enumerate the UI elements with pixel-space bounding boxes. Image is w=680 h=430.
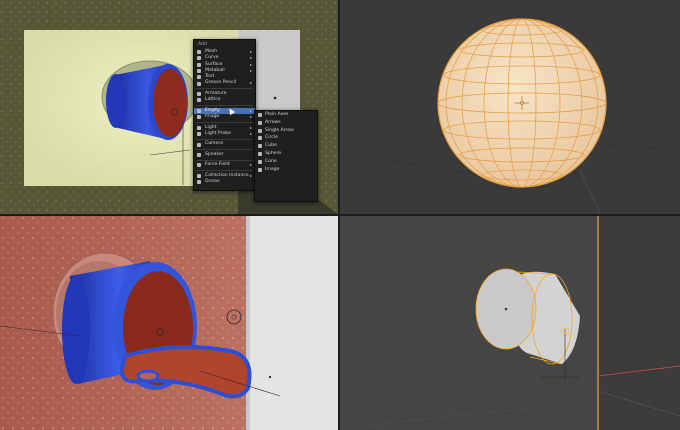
chevron-right-icon: ▸ [249, 162, 252, 168]
speaker-icon [197, 152, 201, 157]
add-menu-title: Add [198, 42, 207, 47]
submenu-item-arrows[interactable]: Arrows [255, 119, 317, 127]
menu-item-label: Grease Pencil [205, 80, 237, 86]
menu-item-label: Collection Instance [205, 172, 249, 178]
menu-item-label: Metaball [205, 67, 225, 73]
arrows-icon [258, 120, 262, 125]
empty-icon [197, 108, 201, 113]
menu-item-label: Text [205, 74, 215, 80]
chevron-right-icon: ▸ [249, 130, 252, 136]
menu-item-grease-pencil[interactable]: Grease Pencil ▸ [194, 80, 255, 86]
circle-icon [258, 136, 262, 141]
menu-item-label: Image [205, 114, 220, 120]
menu-item-label: Force Field [205, 162, 230, 168]
light-probe-icon [197, 132, 201, 137]
lattice-icon [197, 98, 201, 103]
menu-item-ocean[interactable]: Ocean [194, 179, 255, 185]
menu-separator [196, 105, 253, 107]
menu-item-image[interactable]: Image ▸ [194, 114, 255, 120]
image-icon [197, 115, 201, 120]
sphere-icon [258, 151, 262, 156]
camera-icon [197, 142, 201, 147]
armature-icon [197, 92, 201, 97]
menu-item-label: Lattice [205, 97, 221, 103]
menu-separator [196, 88, 253, 90]
menu-item-label: Curve [205, 55, 219, 61]
submenu-item-label: Cube [265, 143, 277, 149]
submenu-item-label: Cone [265, 158, 277, 164]
submenu-item-label: Plain Axes [265, 112, 289, 117]
submenu-item-label: Arrows [265, 119, 281, 125]
single-arrow-icon [258, 128, 262, 133]
submenu-item-cone[interactable]: Cone [255, 158, 317, 166]
submenu-item-label: Image [265, 166, 280, 172]
cone-icon [258, 159, 262, 164]
mesh-icon [197, 50, 201, 55]
rendered-scene-bottom-left [0, 216, 338, 430]
metaball-icon [197, 69, 201, 74]
force-field-icon [197, 163, 201, 168]
menu-separator [196, 159, 253, 161]
menu-item-force-field[interactable]: Force Field ▸ [194, 162, 255, 168]
menu-item-camera[interactable]: Camera [194, 141, 255, 147]
cylinder-interior [153, 69, 187, 137]
chevron-right-icon: ▸ [249, 114, 252, 120]
curve-icon [197, 56, 201, 61]
menu-item-light-probe[interactable]: Light Probe ▸ [194, 131, 255, 137]
menu-separator [196, 121, 253, 123]
menu-item-label: Empty [205, 107, 220, 113]
menu-item-label: Camera [205, 141, 224, 147]
white-wall [246, 216, 338, 430]
viewport-top-left[interactable]: Add Mesh ▸ Curve ▸ Surface ▸ Metaball ▸ Text… [0, 0, 338, 214]
viewport-top-right[interactable] [340, 0, 680, 214]
menu-item-label: Armature [205, 90, 227, 96]
add-menu: Add Mesh ▸ Curve ▸ Surface ▸ Metaball ▸ Text… [193, 39, 256, 191]
sphere-viewport-scene [340, 0, 680, 214]
plain-axes-icon [258, 113, 262, 117]
menu-item-label: Light [205, 124, 217, 130]
viewport-divider-horizontal[interactable] [0, 214, 680, 216]
viewport-bottom-left[interactable] [0, 216, 338, 430]
collection-icon [197, 173, 201, 178]
submenu-item-plain-axes[interactable]: Plain Axes [255, 111, 317, 119]
grease-pencil-icon [197, 81, 201, 86]
cylinder-viewport-scene [340, 216, 680, 430]
menu-separator [196, 138, 253, 140]
menu-separator [196, 170, 253, 172]
menu-item-label: Light Probe [205, 130, 231, 136]
menu-item-lattice[interactable]: Lattice [194, 97, 255, 103]
empty-submenu: Plain Axes Arrows Single Arrow Circle Cu… [254, 110, 318, 202]
text-icon [197, 75, 201, 80]
menu-item-speaker[interactable]: Speaker [194, 152, 255, 158]
cube-icon [258, 144, 262, 149]
image-icon [258, 167, 262, 172]
menu-item-label: Mesh [205, 49, 218, 54]
submenu-item-cube[interactable]: Cube [255, 142, 317, 150]
surface-icon [197, 62, 201, 67]
submenu-item-single-arrow[interactable]: Single Arrow [255, 127, 317, 135]
menu-item-label: Speaker [205, 151, 224, 157]
ocean-icon [197, 180, 201, 185]
submenu-item-label: Single Arrow [265, 127, 294, 133]
submenu-item-sphere[interactable]: Sphere [255, 150, 317, 158]
light-icon [197, 125, 201, 130]
menu-separator [196, 149, 253, 151]
chevron-right-icon: ▸ [249, 80, 252, 86]
viewport-bottom-right[interactable] [340, 216, 680, 430]
submenu-item-label: Sphere [265, 150, 282, 156]
submenu-item-circle[interactable]: Circle [255, 134, 317, 142]
menu-item-label: Surface [205, 61, 223, 67]
submenu-item-label: Circle [265, 135, 278, 141]
menu-item-label: Ocean [205, 179, 220, 185]
submenu-item-image[interactable]: Image [255, 166, 317, 174]
